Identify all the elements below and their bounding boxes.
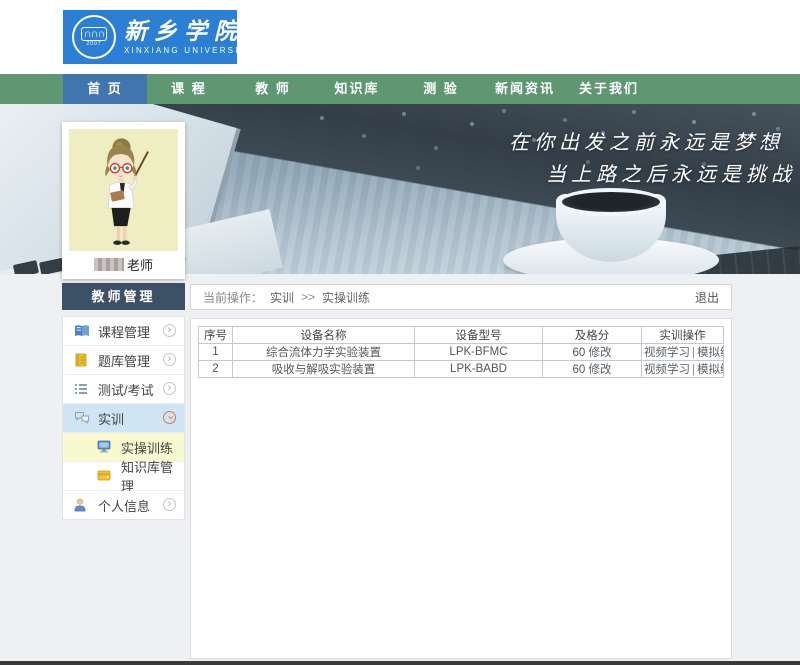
pass-score-value: 60 bbox=[573, 347, 586, 359]
book-icon bbox=[74, 324, 90, 338]
sidebar-item-label: 个人信息 bbox=[98, 496, 150, 515]
sidebar-item-personal-info[interactable]: 个人信息 bbox=[63, 491, 184, 519]
breadcrumb-section-link[interactable]: 实训 bbox=[270, 289, 294, 306]
sidebar-menu: 课程管理 题库管理 测试/考试 实训 bbox=[62, 316, 185, 520]
top-header: ∩∩∩ 2007 新乡学院 XINXIANG UNIVERSITY bbox=[0, 0, 800, 74]
main-nav: 首 页 课 程 教 师 知识库 测 验 新闻资讯 关于我们 bbox=[0, 74, 800, 104]
breadcrumb-current: 实操训练 bbox=[322, 289, 370, 306]
pass-score-value: 60 bbox=[573, 364, 586, 376]
university-seal-icon: ∩∩∩ 2007 bbox=[72, 15, 116, 59]
sidebar-header: 教师管理 bbox=[62, 283, 185, 310]
nav-tab-knowledge[interactable]: 知识库 bbox=[315, 74, 399, 104]
simulation-practice-link[interactable]: 模拟练习 bbox=[697, 364, 724, 376]
cell-pass-score: 60 修改 bbox=[543, 361, 642, 378]
nav-tab-teachers[interactable]: 教 师 bbox=[231, 74, 315, 104]
teacher-label: 老师 bbox=[127, 255, 153, 274]
person-icon bbox=[74, 498, 90, 512]
table-row: 2 吸收与解吸实验装置 LPK-BABD 60 修改 视频学习|模拟练习 bbox=[199, 361, 724, 378]
col-header-operations: 实训操作 bbox=[642, 327, 724, 344]
cell-pass-score: 60 修改 bbox=[543, 344, 642, 361]
edit-link[interactable]: 修改 bbox=[589, 364, 612, 376]
chevron-down-icon[interactable] bbox=[163, 411, 176, 424]
col-header-equipment-name: 设备名称 bbox=[233, 327, 415, 344]
nav-tab-home[interactable]: 首 页 bbox=[63, 74, 147, 104]
nav-tab-courses[interactable]: 课 程 bbox=[147, 74, 231, 104]
teacher-name: 老师 bbox=[69, 251, 178, 277]
cell-model: LPK-BFMC bbox=[415, 344, 543, 361]
sidebar-item-question-bank[interactable]: 题库管理 bbox=[63, 346, 184, 375]
banner-coffee-surface bbox=[558, 188, 664, 216]
video-study-link[interactable]: 视频学习 bbox=[644, 347, 690, 359]
sidebar-item-knowledge-base-management[interactable]: 知识库管理 bbox=[63, 462, 184, 491]
page: ∩∩∩ 2007 新乡学院 XINXIANG UNIVERSITY 首 页 课 … bbox=[0, 0, 800, 665]
chat-bubbles-icon bbox=[74, 411, 90, 425]
col-header-model: 设备型号 bbox=[415, 327, 543, 344]
link-divider: | bbox=[690, 347, 697, 359]
sidebar-item-label: 课程管理 bbox=[98, 322, 150, 341]
sidebar-item-practical-training[interactable]: 实训 bbox=[63, 404, 184, 433]
breadcrumb-prefix: 当前操作： bbox=[203, 289, 263, 306]
table-row: 1 综合流体力学实验装置 LPK-BFMC 60 修改 视频学习|模拟练习 bbox=[199, 344, 724, 361]
teacher-cartoon-illustration bbox=[76, 135, 172, 251]
chevron-right-icon[interactable] bbox=[163, 498, 176, 511]
university-logo: ∩∩∩ 2007 新乡学院 XINXIANG UNIVERSITY bbox=[63, 10, 237, 64]
sidebar-item-label: 知识库管理 bbox=[121, 457, 184, 495]
cell-index: 1 bbox=[199, 344, 233, 361]
monitor-icon bbox=[97, 440, 113, 454]
seal-year: 2007 bbox=[86, 41, 101, 47]
nav-tab-about[interactable]: 关于我们 bbox=[567, 74, 651, 104]
nav-tab-news[interactable]: 新闻资讯 bbox=[483, 74, 567, 104]
table-header-row: 序号 设备名称 设备型号 及格分 实训操作 bbox=[199, 327, 724, 344]
cell-equipment-name: 吸收与解吸实验装置 bbox=[233, 361, 415, 378]
link-divider: | bbox=[690, 364, 697, 376]
censored-name-block bbox=[94, 258, 124, 271]
col-header-pass-score: 及格分 bbox=[543, 327, 642, 344]
content-panel: 序号 设备名称 设备型号 及格分 实训操作 1 综合流体力学实验装置 LPK-B… bbox=[190, 318, 732, 659]
nav-tab-tests[interactable]: 测 验 bbox=[399, 74, 483, 104]
col-header-index: 序号 bbox=[199, 327, 233, 344]
breadcrumb-separator: >> bbox=[301, 290, 315, 304]
sidebar-item-label: 实操训练 bbox=[121, 438, 173, 457]
notebook-icon bbox=[74, 353, 90, 367]
logout-link[interactable]: 退出 bbox=[695, 289, 719, 306]
video-study-link[interactable]: 视频学习 bbox=[644, 364, 690, 376]
logo-english-name: XINXIANG UNIVERSITY bbox=[124, 46, 254, 55]
cell-operations: 视频学习|模拟练习 bbox=[642, 344, 724, 361]
breadcrumb: 当前操作： 实训 >> 实操训练 退出 bbox=[190, 284, 732, 310]
sidebar-item-tests-exams[interactable]: 测试/考试 bbox=[63, 375, 184, 404]
list-icon bbox=[74, 382, 90, 396]
sidebar-item-label: 测试/考试 bbox=[98, 380, 154, 399]
cell-equipment-name: 综合流体力学实验装置 bbox=[233, 344, 415, 361]
chevron-right-icon[interactable] bbox=[163, 382, 176, 395]
equipment-table: 序号 设备名称 设备型号 及格分 实训操作 1 综合流体力学实验装置 LPK-B… bbox=[198, 326, 724, 378]
wallet-icon bbox=[97, 469, 113, 483]
sidebar-item-label: 题库管理 bbox=[98, 351, 150, 370]
sidebar-item-label: 实训 bbox=[98, 409, 124, 428]
banner-slogan-line1: 在你出发之前永远是梦想 bbox=[509, 126, 784, 155]
footer-bar bbox=[0, 661, 800, 665]
logo-text: 新乡学院 XINXIANG UNIVERSITY bbox=[124, 19, 254, 55]
teacher-avatar bbox=[69, 129, 178, 251]
cell-operations: 视频学习|模拟练习 bbox=[642, 361, 724, 378]
banner-slogan-line2: 当上路之后永远是挑战 bbox=[546, 158, 796, 187]
chevron-right-icon[interactable] bbox=[163, 353, 176, 366]
cell-index: 2 bbox=[199, 361, 233, 378]
edit-link[interactable]: 修改 bbox=[589, 347, 612, 359]
seal-arches: ∩∩∩ bbox=[81, 27, 108, 41]
cell-model: LPK-BABD bbox=[415, 361, 543, 378]
simulation-practice-link[interactable]: 模拟练习 bbox=[697, 347, 724, 359]
logo-chinese-name: 新乡学院 bbox=[124, 19, 254, 44]
teacher-profile-card: 老师 bbox=[62, 122, 185, 279]
sidebar-item-course-management[interactable]: 课程管理 bbox=[63, 317, 184, 346]
chevron-right-icon[interactable] bbox=[163, 324, 176, 337]
